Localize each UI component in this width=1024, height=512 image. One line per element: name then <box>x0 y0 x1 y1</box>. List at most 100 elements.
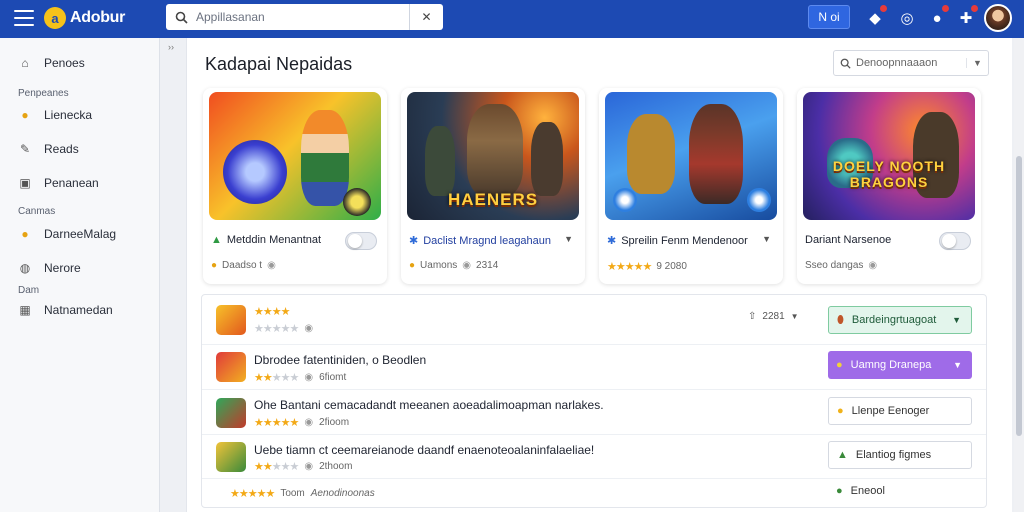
info-icon: ◉ <box>304 461 314 472</box>
sidebar-item-label: Penanean <box>44 176 99 190</box>
top-pill-button[interactable]: N oi <box>808 5 850 29</box>
home-icon: ⌂ <box>21 56 29 70</box>
sort-label: Denoopnnaaaon <box>856 57 938 69</box>
help-icon[interactable]: ◎ <box>896 7 918 29</box>
search-icon <box>834 58 856 69</box>
game-cover-image: DOELY NOOTH BRAGONS <box>803 92 975 220</box>
card-meta: ★★★★★ 9 2080 <box>607 261 687 273</box>
chevron-down-icon[interactable]: ▼ <box>966 58 988 68</box>
top-bar: a Adobur Appillasanan ✕ N oi ◆ ◎ ● ✚ <box>0 0 1024 38</box>
cover-caption: HAENERS <box>447 190 539 209</box>
gear-icon: ✱ <box>409 235 419 247</box>
card-title: ▲ Metddin Menantnat <box>211 234 322 246</box>
search-icon <box>166 11 196 24</box>
scrollbar[interactable] <box>1014 38 1024 512</box>
collapse-sidebar-icon[interactable]: ›› <box>168 42 174 52</box>
row-meta: ★★★★★ ◉ 6fiomt <box>254 372 347 384</box>
sidebar-section-heading: Penpeanes <box>18 88 69 99</box>
badge-icon: ● <box>836 485 843 497</box>
share-count[interactable]: ⇧ 2281 ▼ <box>748 311 799 322</box>
sidebar-item-4[interactable]: ● DarneeMalag <box>18 227 116 241</box>
row-meta: ★★★★★ Toom Aenodinoonas <box>230 488 375 500</box>
coin-icon: ● <box>409 260 416 271</box>
sidebar-item-1[interactable]: ● Lienecka <box>18 108 92 122</box>
info-icon: ◉ <box>304 372 314 383</box>
globe-icon: ◍ <box>19 261 31 275</box>
game-cover-image <box>605 92 777 220</box>
share-icon: ⇧ <box>748 311 757 322</box>
row-title: Ohe Bantani cemacadandt meeanen aoeadali… <box>254 398 604 412</box>
card-title: Dariant Narsenoe <box>805 234 892 246</box>
game-card[interactable]: HAENERS ✱ Daclist Mragnd leagahaun ▼ ● U… <box>401 88 585 284</box>
search-bar[interactable]: Appillasanan ✕ <box>166 4 443 30</box>
hamburger-menu-icon[interactable] <box>14 10 34 28</box>
row-action-button[interactable]: ● Uamng Dranepa ▼ <box>828 351 972 379</box>
badge-icon: ▲ <box>837 449 848 461</box>
list-item[interactable]: ★★★★ ★★★★★ ◉ ⇧ 2281 ▼ ⬮ Bardeingrtuagoat … <box>202 295 986 345</box>
sidebar-item-home[interactable]: ⌂ Penoes <box>18 56 85 70</box>
image-icon: ▣ <box>19 176 31 190</box>
list-item[interactable]: ★★★★★ Toom Aenodinoonas ● Eneool <box>202 479 986 507</box>
sidebar-item-6[interactable]: ▦ Natnamedan <box>18 303 113 317</box>
card-title: ✱ Daclist Mragnd leagahaun <box>409 234 552 248</box>
grid-icon: ▦ <box>19 303 31 317</box>
chevron-down-icon[interactable]: ▼ <box>564 234 573 244</box>
card-meta: Sseo dangas ◉ <box>805 260 878 271</box>
card-meta: ● Uamons ◉ 2314 <box>409 260 499 271</box>
card-title: ✱ Spreilin Fenm Mendenoor <box>607 234 748 248</box>
game-cover-image <box>209 92 381 220</box>
sidebar-item-label: Nerore <box>44 261 81 275</box>
notifications-icon[interactable]: ◆ <box>864 5 887 29</box>
row-title: Dbrodee fatentiniden, o Beodlen <box>254 353 427 367</box>
search-filter-icon[interactable]: ✕ <box>409 4 443 30</box>
gear-icon: ✱ <box>607 235 617 247</box>
game-thumbnail <box>216 352 246 382</box>
search-input[interactable]: Appillasanan <box>196 10 409 24</box>
card-meta: ● Daadso t ◉ <box>211 260 276 271</box>
info-icon: ◉ <box>304 323 314 334</box>
row-action-button[interactable]: ● Llenpe Eenoger <box>828 397 972 425</box>
card-toggle[interactable] <box>345 232 377 250</box>
app-logo[interactable]: a Adobur <box>44 7 125 29</box>
game-card[interactable]: DOELY NOOTH BRAGONS Dariant Narsenoe Sse… <box>797 88 981 284</box>
sidebar-item-label: Penoes <box>44 56 85 70</box>
pen-icon: ✎ <box>19 142 31 156</box>
row-meta: ★★★★★ ◉ 2fioom <box>254 417 350 429</box>
page-title: Kadapai Nepaidas <box>205 54 353 74</box>
card-toggle[interactable] <box>939 232 971 250</box>
tree-icon: ▲ <box>211 234 222 246</box>
messages-icon[interactable]: ● <box>926 5 949 29</box>
chevron-down-icon: ▼ <box>790 312 799 321</box>
extensions-icon[interactable]: ✚ <box>955 5 978 29</box>
row-action-button[interactable]: ⬮ Bardeingrtuagoat ▼ <box>828 306 972 334</box>
row-action-button[interactable]: ● Eneool <box>828 480 972 502</box>
sort-dropdown[interactable]: Denoopnnaaaon ▼ <box>833 50 989 76</box>
row-meta: ★★★★★ ◉ 2thoom <box>254 461 353 473</box>
sidebar: ⌂ Penoes Penpeanes ● Lienecka ✎ Reads ▣ … <box>0 38 160 512</box>
logo-mark-icon: a <box>44 7 66 29</box>
game-card[interactable]: ▲ Metddin Menantnat ● Daadso t ◉ <box>203 88 387 284</box>
sidebar-item-2[interactable]: ✎ Reads <box>18 142 79 156</box>
game-card[interactable]: ✱ Spreilin Fenm Mendenoor ▼ ★★★★★ 9 2080 <box>599 88 783 284</box>
list-item[interactable]: Uebe tiamn ct ceemareianode daandf enaen… <box>202 435 986 479</box>
sidebar-item-label: Lienecka <box>44 108 93 122</box>
scrollbar-thumb[interactable] <box>1016 156 1022 436</box>
coin-icon: ● <box>21 108 29 122</box>
user-avatar[interactable] <box>984 4 1012 32</box>
sidebar-item-label: Natnamedan <box>44 303 113 317</box>
list-item[interactable]: Dbrodee fatentiniden, o Beodlen ★★★★★ ◉ … <box>202 345 986 390</box>
game-list: ★★★★ ★★★★★ ◉ ⇧ 2281 ▼ ⬮ Bardeingrtuagoat … <box>201 294 987 508</box>
row-title: Uebe tiamn ct ceemareianode daandf enaen… <box>254 443 595 457</box>
chevron-down-icon[interactable]: ▼ <box>762 234 771 244</box>
main-panel: Kadapai Nepaidas Denoopnnaaaon ▼ ▲ Metdd… <box>186 38 1012 512</box>
sidebar-item-5[interactable]: ◍ Nerore <box>18 261 81 275</box>
row-rating-secondary: ★★★★★ ◉ <box>254 323 314 335</box>
game-thumbnail <box>216 305 246 335</box>
info-icon: ◉ <box>304 417 314 428</box>
sidebar-section-heading: Canmas <box>18 206 56 217</box>
list-item[interactable]: Ohe Bantani cemacadandt meeanen aoeadali… <box>202 390 986 435</box>
app-name: Adobur <box>70 9 126 26</box>
badge-icon: ⬮ <box>837 313 844 326</box>
sidebar-item-3[interactable]: ▣ Penanean <box>18 176 99 190</box>
row-action-button[interactable]: ▲ Elantiog figmes <box>828 441 972 469</box>
